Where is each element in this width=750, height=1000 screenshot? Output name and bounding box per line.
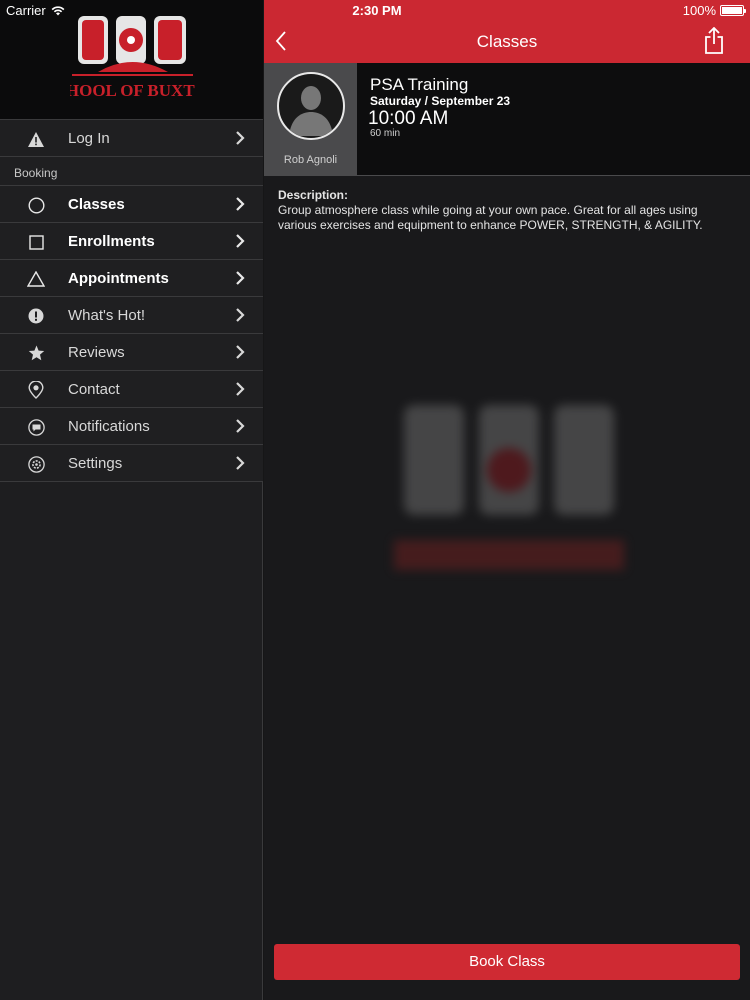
wifi-icon [51, 5, 65, 15]
booking-section-header: Booking [0, 156, 263, 185]
share-icon[interactable] [704, 27, 724, 54]
class-name: PSA Training [370, 75, 469, 94]
school-of-buxton-logo: SCHOOL OF BUXTON [70, 16, 195, 100]
circle-icon [27, 196, 45, 214]
logo-area: Carrier SCHOOL OF BUXTON [0, 0, 263, 119]
sidebar-item-reviews[interactable]: Reviews [0, 333, 263, 370]
description-text: Group atmosphere class while going at yo… [278, 203, 703, 232]
chevron-right-icon [236, 271, 245, 285]
chevron-right-icon [236, 197, 245, 211]
svg-text:SCHOOL OF BUXTON: SCHOOL OF BUXTON [70, 81, 195, 100]
star-icon [27, 344, 45, 362]
gear-icon [27, 455, 45, 473]
class-date: Saturday / September 23 [370, 94, 511, 108]
menu-divider [0, 481, 263, 482]
sidebar-item-label: Contact [68, 381, 120, 398]
chevron-right-icon [236, 131, 245, 145]
sidebar-item-classes[interactable]: Classes [0, 185, 263, 222]
app-root: Carrier SCHOOL OF BUXTON [0, 0, 750, 1000]
instructor-name: Rob Agnoli [283, 154, 338, 166]
sidebar-item-enrollments[interactable]: Enrollments [0, 222, 263, 259]
warning-icon [27, 130, 45, 148]
battery-icon [720, 5, 746, 16]
location-pin-icon [27, 381, 45, 399]
sidebar-item-label: What's Hot! [68, 307, 146, 324]
chevron-right-icon [236, 456, 245, 470]
person-silhouette-icon [289, 86, 333, 136]
sidebar-item-label: Classes [68, 196, 125, 213]
sidebar-item-label: Enrollments [68, 233, 155, 250]
class-header: Rob Agnoli PSA Training Saturday / Septe… [264, 63, 750, 176]
chevron-right-icon [236, 234, 245, 248]
section-label: Booking [14, 166, 58, 180]
sidebar-menu: Log In Booking Classes Enrollments Appoi… [0, 119, 263, 482]
status-time: 2:30 PM [352, 3, 402, 18]
sidebar-item-notifications[interactable]: Notifications [0, 407, 263, 444]
sidebar-item-login[interactable]: Log In [0, 119, 263, 156]
page-title: Classes [476, 32, 538, 51]
sidebar-item-label: Appointments [68, 270, 169, 287]
square-icon [27, 233, 45, 251]
carrier-label: Carrier [6, 3, 46, 18]
status-bar-left: Carrier [6, 3, 65, 18]
chevron-right-icon [236, 345, 245, 359]
sidebar-item-appointments[interactable]: Appointments [0, 259, 263, 296]
class-duration: 60 min [370, 128, 401, 139]
logo-watermark [394, 405, 624, 570]
sidebar-item-label: Settings [68, 455, 123, 472]
sidebar-item-label: Notifications [68, 418, 150, 435]
instructor-card[interactable]: Rob Agnoli [264, 63, 357, 175]
description-label: Description: [278, 188, 349, 202]
sidebar-item-whats-hot[interactable]: What's Hot! [0, 296, 263, 333]
chevron-right-icon [236, 382, 245, 396]
sidebar-item-label: Reviews [68, 344, 125, 361]
sidebar-item-contact[interactable]: Contact [0, 370, 263, 407]
chevron-right-icon [236, 419, 245, 433]
exclamation-icon [27, 307, 45, 325]
navbar: 2:30 PM 100% Classes [264, 0, 750, 63]
chevron-right-icon [236, 308, 245, 322]
main-panel: 2:30 PM 100% Classes Rob Agnoli PSA Trai… [264, 0, 750, 1000]
battery-percent: 100% [682, 3, 716, 18]
sidebar: Carrier SCHOOL OF BUXTON [0, 0, 263, 1000]
sidebar-item-settings[interactable]: Settings [0, 444, 263, 481]
description-block: Description: Group atmosphere class whil… [278, 188, 738, 233]
sidebar-item-label: Log In [68, 130, 110, 147]
class-time: 10:00 AM [368, 108, 449, 129]
book-class-button[interactable]: Book Class [274, 944, 740, 980]
avatar [277, 72, 345, 140]
chat-bubble-icon [27, 418, 45, 436]
status-bar-right: 100% [682, 3, 746, 18]
triangle-icon [27, 270, 45, 288]
